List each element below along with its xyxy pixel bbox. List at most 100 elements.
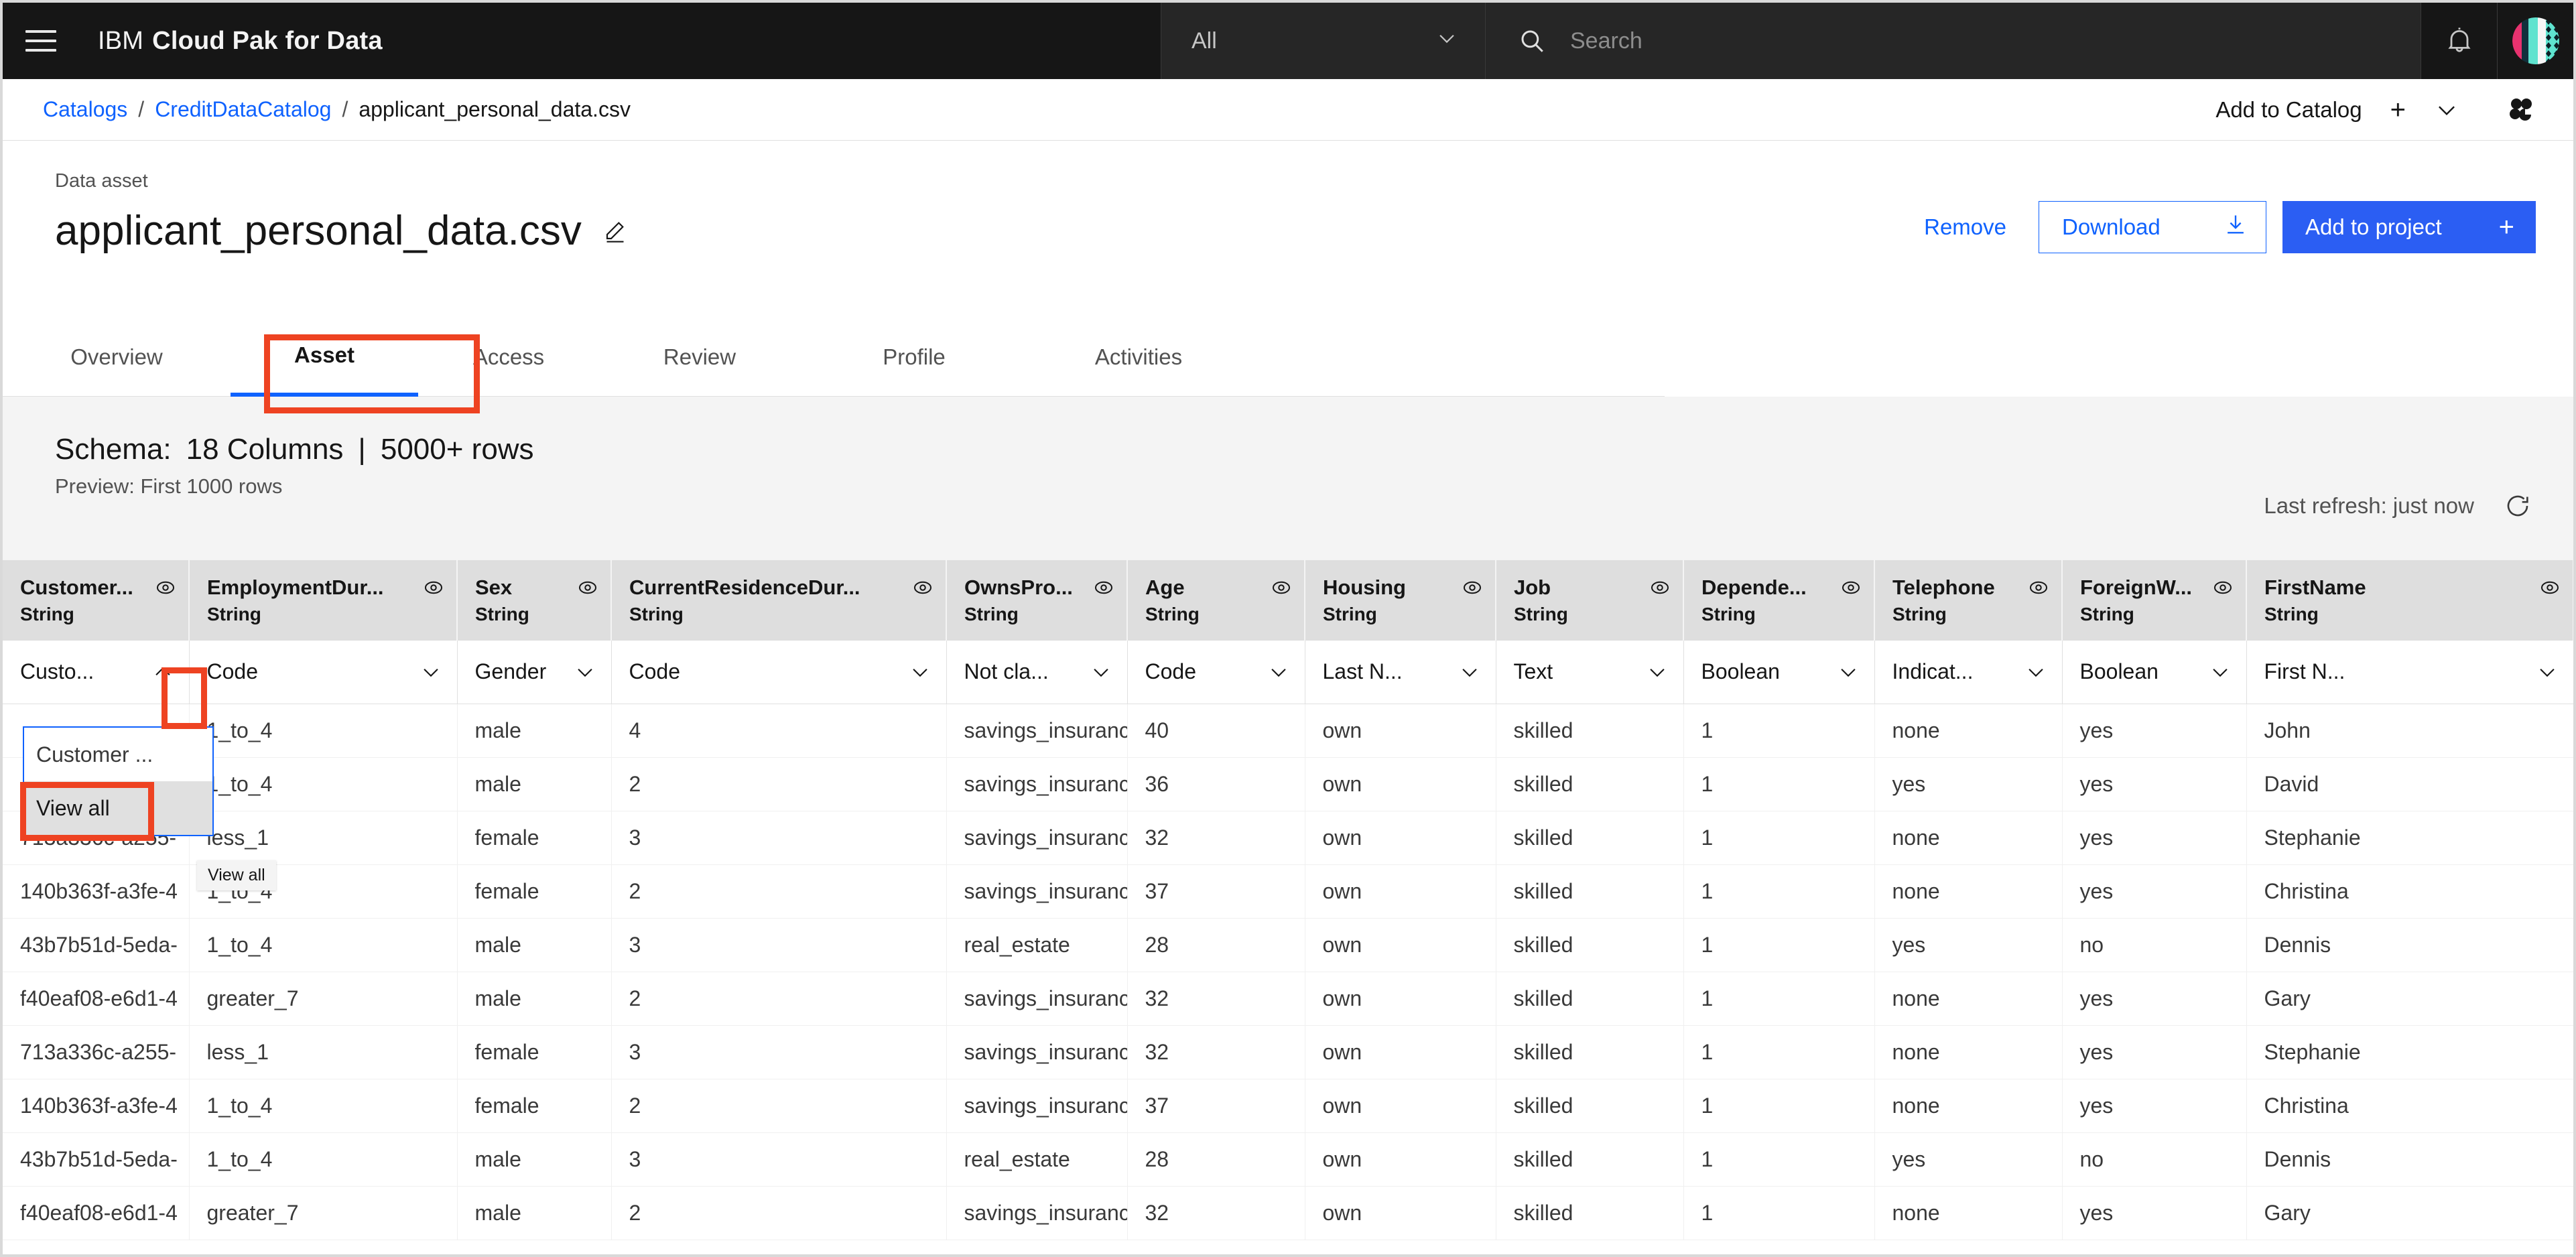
column-header-currentresidenceduration[interactable]: CurrentResidenceDur... String: [611, 560, 947, 641]
chevron-down-icon[interactable]: [2209, 661, 2232, 683]
column-header-employmentduration[interactable]: EmploymentDur... String: [189, 560, 458, 641]
table-row[interactable]: 140b363f-a3fe-4 1_to_4 female 2 savings_…: [3, 1079, 2573, 1133]
classification-dropdown-currentresidenceduration[interactable]: Code: [611, 641, 947, 704]
column-header-sex[interactable]: Sex String: [457, 560, 612, 641]
classification-dropdown-firstname[interactable]: First N...: [2246, 641, 2573, 704]
eye-icon[interactable]: [1093, 577, 1114, 598]
classification-dropdown-employmentduration[interactable]: Code: [189, 641, 458, 704]
tab-access[interactable]: Access: [418, 318, 599, 397]
column-header-firstname[interactable]: FirstName String: [2246, 560, 2573, 641]
cell: David: [2246, 757, 2573, 811]
breadcrumb-item-creditdatacatalog[interactable]: CreditDataCatalog: [155, 97, 331, 122]
refresh-icon[interactable]: [2504, 492, 2532, 520]
chevron-down-icon[interactable]: [1646, 661, 1669, 683]
eye-icon[interactable]: [577, 577, 598, 598]
chevron-down-icon[interactable]: [1458, 661, 1481, 683]
eye-icon[interactable]: [155, 577, 176, 598]
add-to-project-button[interactable]: Add to project +: [2282, 200, 2536, 253]
column-header-foreignworker[interactable]: ForeignW... String: [2062, 560, 2247, 641]
column-header-customer[interactable]: Customer... String: [3, 560, 190, 641]
remove-button[interactable]: Remove: [1924, 214, 2039, 240]
cell: own: [1305, 972, 1496, 1026]
table-row[interactable]: 140b363f-a3fe-4 1_to_4 female 2 savings_…: [3, 864, 2573, 919]
column-header-age[interactable]: Age String: [1127, 560, 1305, 641]
table-row[interactable]: f40eaf08-e6d1-4 greater_7 male 2 savings…: [3, 972, 2573, 1026]
chevron-down-icon[interactable]: [2434, 97, 2459, 123]
column-header-job[interactable]: Job String: [1496, 560, 1684, 641]
chevron-up-icon[interactable]: [151, 661, 174, 683]
classification-dropdown-job[interactable]: Text: [1496, 641, 1684, 704]
chevron-down-icon[interactable]: [2024, 661, 2047, 683]
cell: 1: [1683, 1186, 1875, 1240]
tab-overview[interactable]: Overview: [3, 318, 231, 397]
search-scope-dropdown[interactable]: All: [1161, 3, 1486, 79]
schema-summary-bar: Schema: 18 Columns | 5000+ rows Preview:…: [3, 397, 2573, 560]
column-header-type: String: [1323, 604, 1377, 624]
tab-review[interactable]: Review: [599, 318, 800, 397]
eye-icon[interactable]: [423, 577, 444, 598]
eye-icon[interactable]: [1649, 577, 1671, 598]
app-brand[interactable]: IBM Cloud Pak for Data: [79, 3, 383, 79]
column-header-telephone[interactable]: Telephone String: [1874, 560, 2063, 641]
user-profile-button[interactable]: [2497, 3, 2573, 79]
classification-dropdown-menu[interactable]: Customer ... View all: [23, 726, 214, 836]
download-button[interactable]: Download: [2039, 200, 2266, 253]
tab-activities[interactable]: Activities: [1028, 318, 1249, 397]
tab-profile[interactable]: Profile: [800, 318, 1028, 397]
chevron-down-icon[interactable]: [574, 661, 596, 683]
cloud-pak-logo-icon[interactable]: [2506, 95, 2536, 125]
add-to-catalog-plus-icon[interactable]: +: [2390, 96, 2406, 123]
cell: 3: [611, 918, 947, 972]
cell: 1_to_4: [189, 1132, 458, 1187]
classification-dropdown-housing[interactable]: Last N...: [1305, 641, 1496, 704]
chevron-down-icon[interactable]: [909, 661, 931, 683]
classification-dropdown-foreignworker[interactable]: Boolean: [2062, 641, 2247, 704]
dropdown-option-view-all[interactable]: View all: [24, 781, 212, 835]
tab-asset[interactable]: Asset: [231, 318, 418, 397]
table-row[interactable]: 1_to_4 male 4 savings_insuranc 40 own sk…: [3, 704, 2573, 758]
table-row[interactable]: 713a336c-a255- less_1 female 3 savings_i…: [3, 811, 2573, 865]
table-row[interactable]: 1_to_4 male 2 savings_insuranc 36 own sk…: [3, 757, 2573, 811]
classification-dropdown-age[interactable]: Code: [1127, 641, 1305, 704]
breadcrumb-separator: /: [342, 97, 348, 121]
table-row[interactable]: 43b7b51d-5eda- 1_to_4 male 3 real_estate…: [3, 1132, 2573, 1187]
pencil-edit-icon[interactable]: [602, 218, 629, 245]
eye-icon[interactable]: [2212, 577, 2234, 598]
brand-ibm: IBM: [98, 26, 144, 55]
classification-value: Indicat...: [1892, 659, 1974, 684]
dropdown-option-customer[interactable]: Customer ...: [24, 728, 212, 781]
chevron-down-icon[interactable]: [1267, 661, 1290, 683]
add-to-catalog-label[interactable]: Add to Catalog: [2215, 97, 2362, 123]
classification-dropdown-telephone[interactable]: Indicat...: [1874, 641, 2063, 704]
classification-dropdown-dependents[interactable]: Boolean: [1683, 641, 1875, 704]
notifications-button[interactable]: [2421, 3, 2498, 79]
column-header-type: String: [20, 604, 74, 624]
eye-icon[interactable]: [912, 577, 933, 598]
chevron-down-icon[interactable]: [2536, 661, 2559, 683]
cell: none: [1874, 1025, 2063, 1079]
column-header-type: String: [2264, 604, 2319, 624]
column-header-dependents[interactable]: Depende... String: [1683, 560, 1875, 641]
column-header-housing[interactable]: Housing String: [1305, 560, 1496, 641]
eye-icon[interactable]: [1462, 577, 1483, 598]
classification-dropdown-ownsproperty[interactable]: Not cla...: [946, 641, 1128, 704]
chevron-down-icon[interactable]: [420, 661, 442, 683]
eye-icon[interactable]: [1840, 577, 1862, 598]
table-row[interactable]: 713a336c-a255- less_1 female 3 savings_i…: [3, 1025, 2573, 1079]
hamburger-menu-icon[interactable]: [3, 3, 79, 79]
table-row[interactable]: 43b7b51d-5eda- 1_to_4 male 3 real_estate…: [3, 918, 2573, 972]
eye-icon[interactable]: [1271, 577, 1292, 598]
cell: 713a336c-a255-: [3, 1025, 190, 1079]
classification-dropdown-sex[interactable]: Gender: [457, 641, 612, 704]
cell: less_1: [189, 1025, 458, 1079]
classification-dropdown-customer[interactable]: Custo...: [3, 641, 190, 704]
eye-icon[interactable]: [2028, 577, 2049, 598]
eye-icon[interactable]: [2539, 577, 2561, 598]
chevron-down-icon[interactable]: [1837, 661, 1860, 683]
global-search-input[interactable]: Search: [1486, 3, 2421, 79]
column-header-ownsproperty[interactable]: OwnsPro... String: [946, 560, 1128, 641]
breadcrumb-item-catalogs[interactable]: Catalogs: [43, 97, 127, 122]
table-row[interactable]: f40eaf08-e6d1-4 greater_7 male 2 savings…: [3, 1186, 2573, 1240]
cell: 1: [1683, 864, 1875, 919]
chevron-down-icon[interactable]: [1090, 661, 1112, 683]
